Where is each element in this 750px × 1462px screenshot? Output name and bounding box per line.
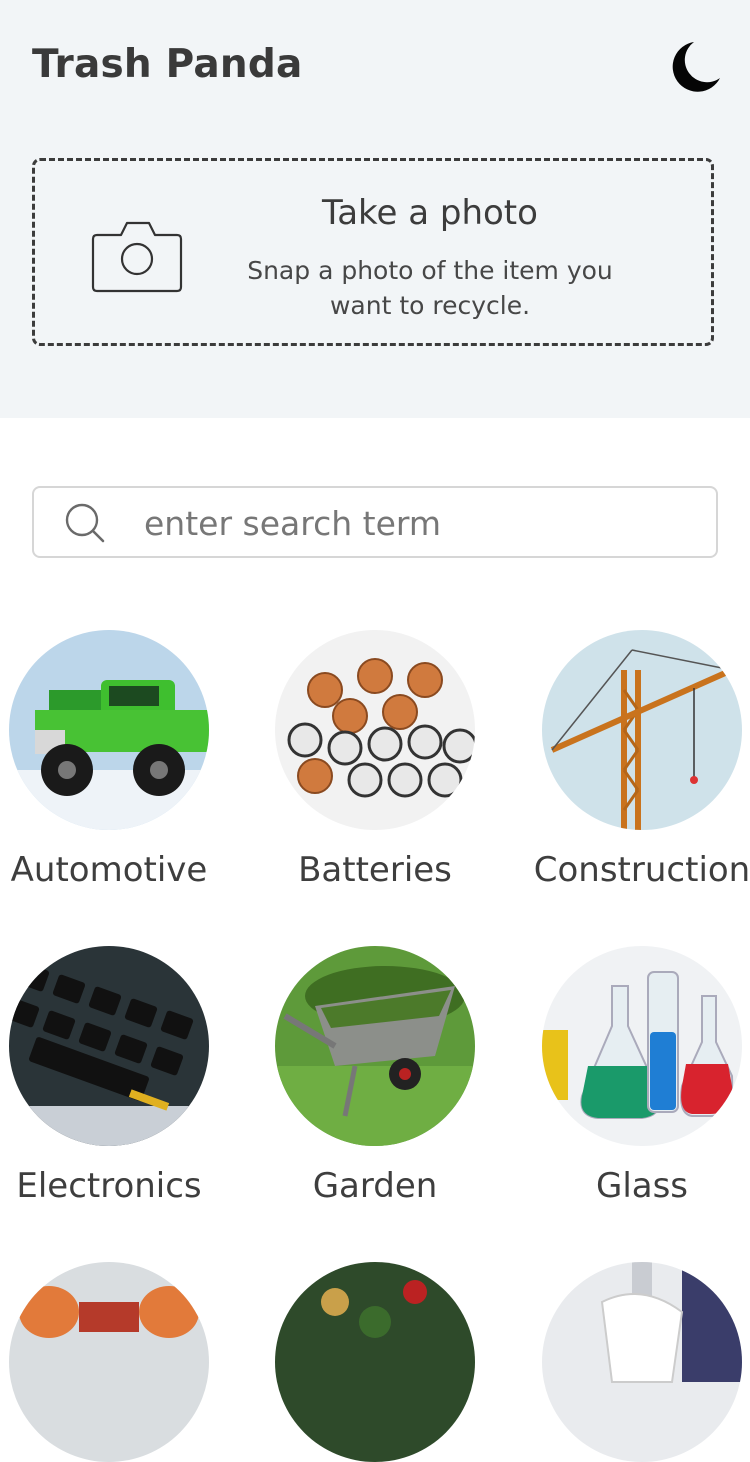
category-glass[interactable]: Glass [517,946,750,1206]
category-label: Electronics [16,1166,202,1206]
electronics-image [9,946,209,1146]
category-batteries[interactable]: Batteries [250,630,500,890]
category-label: Construction [533,850,750,890]
glass-image [542,946,742,1146]
category-partial-1[interactable] [0,1262,234,1462]
category-label: Batteries [298,850,452,890]
category-label: Automotive [10,850,208,890]
header-section: Trash Panda Take a photo Snap a photo of… [0,0,750,418]
category-construction[interactable]: Construction [517,630,750,890]
photo-card-title: Take a photo [322,193,538,233]
category-automotive[interactable]: Automotive [0,630,234,890]
construction-image [542,630,742,830]
take-photo-card[interactable]: Take a photo Snap a photo of the item yo… [32,158,714,346]
category-partial-2[interactable] [250,1262,500,1462]
category-label: Garden [312,1166,438,1206]
batteries-image [275,630,475,830]
camera-icon [91,215,183,295]
category-image [275,1262,475,1462]
category-image [9,1262,209,1462]
search-bar[interactable] [32,486,718,558]
garden-image [275,946,475,1146]
moon-icon[interactable] [664,38,722,92]
app-title: Trash Panda [32,42,303,87]
search-input[interactable] [142,496,706,550]
category-label: Glass [595,1166,689,1206]
photo-card-subtitle: Snap a photo of the item you want to rec… [247,256,613,320]
category-partial-3[interactable] [517,1262,750,1462]
category-electronics[interactable]: Electronics [0,946,234,1206]
category-garden[interactable]: Garden [250,946,500,1206]
category-image [542,1262,742,1462]
automotive-image [9,630,209,830]
search-icon [64,502,106,544]
